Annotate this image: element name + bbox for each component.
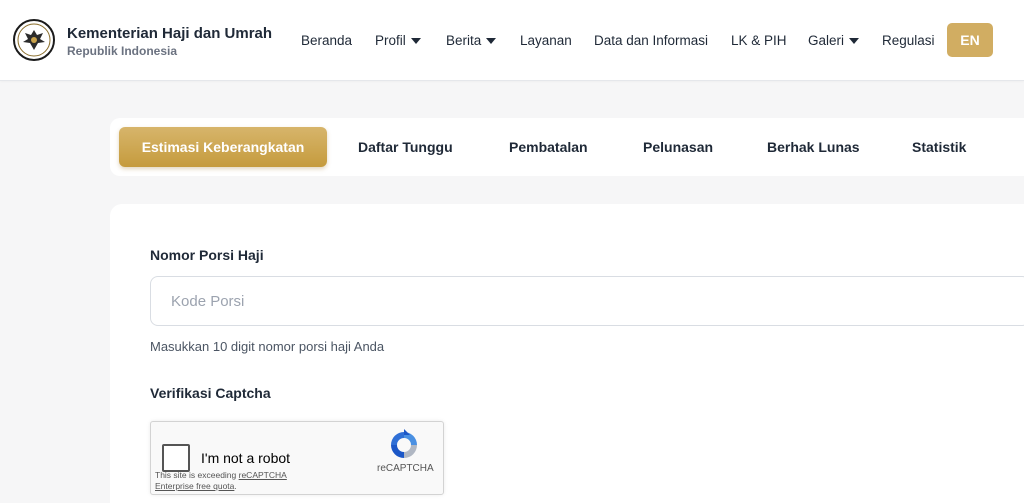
porsi-input[interactable] [150,276,1024,326]
tab-daftar-tunggu[interactable]: Daftar Tunggu [358,118,453,176]
captcha-label: Verifikasi Captcha [150,385,271,401]
nav-regulasi[interactable]: Regulasi [882,33,935,48]
recaptcha-link[interactable]: reCAPTCHA [239,470,287,480]
nav-layanan[interactable]: Layanan [520,33,572,48]
nav-label: Galeri [808,33,845,48]
nav-profil[interactable]: Profil [375,33,421,48]
nav-label: Layanan [520,33,572,48]
nav-data-informasi[interactable]: Data dan Informasi [594,33,708,48]
caret-down-icon [849,37,860,44]
language-toggle-button[interactable]: EN [947,23,993,57]
nav-galeri[interactable]: Galeri [808,33,860,48]
note-suffix: . [234,481,237,491]
nav-label: Berita [446,33,482,48]
recaptcha-widget: I'm not a robot reCAPTCHA This site is e… [150,421,444,495]
note-prefix: This site is exceeding [155,470,239,480]
recaptcha-label: I'm not a robot [201,450,291,466]
nav-label: Beranda [301,33,353,48]
enterprise-quota-link[interactable]: Enterprise free quota [155,481,234,491]
site-title[interactable]: Kementerian Haji dan Umrah [67,25,272,42]
service-tabs: Estimasi Keberangkatan Daftar Tunggu Pem… [110,118,1024,176]
nav-label: Profil [375,33,406,48]
tab-statistik[interactable]: Statistik [912,118,966,176]
recaptcha-logo-icon [391,429,417,458]
recaptcha-quota-note: This site is exceeding reCAPTCHA Enterpr… [155,470,287,492]
tab-pembatalan[interactable]: Pembatalan [509,118,588,176]
site-subtitle: Republik Indonesia [67,44,178,58]
nav-berita[interactable]: Berita [446,33,497,48]
nav-label: Data dan Informasi [594,33,709,48]
recaptcha-checkbox[interactable] [162,444,190,472]
caret-down-icon [486,37,497,44]
caret-down-icon [410,37,421,44]
tab-berhak-lunas[interactable]: Berhak Lunas [767,118,860,176]
nav-label: LK & PIH [731,33,787,48]
site-header: Kementerian Haji dan Umrah Republik Indo… [0,0,1024,81]
recaptcha-brand: reCAPTCHA [377,463,434,474]
nav-beranda[interactable]: Beranda [301,33,352,48]
nav-lk-pih[interactable]: LK & PIH [731,33,787,48]
search-form-card: Nomor Porsi Haji Masukkan 10 digit nomor… [110,204,1024,503]
porsi-help-text: Masukkan 10 digit nomor porsi haji Anda [150,339,385,354]
garuda-logo-icon[interactable] [13,19,55,61]
nav-label: Regulasi [882,33,935,48]
tab-estimasi-keberangkatan[interactable]: Estimasi Keberangkatan [119,127,327,167]
porsi-label: Nomor Porsi Haji [150,247,264,263]
tab-pelunasan[interactable]: Pelunasan [643,118,713,176]
